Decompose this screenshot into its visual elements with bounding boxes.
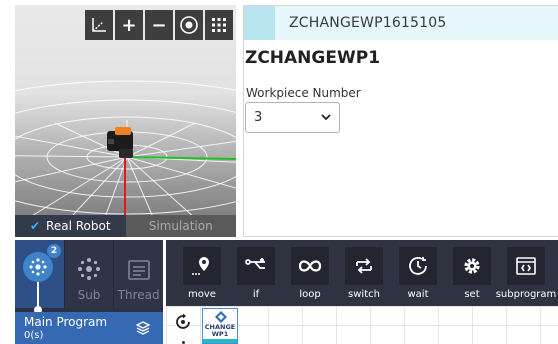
set-command[interactable]: set	[453, 240, 491, 306]
command-toolbar: move if loop switch wait set subprogram	[166, 240, 558, 306]
simulation-tab[interactable]: Simulation	[125, 215, 236, 237]
sub-program-icon	[78, 258, 100, 280]
workpiece-number-select[interactable]: 3	[245, 102, 340, 133]
timeline-block-label: CHANGE WP1	[203, 324, 237, 338]
thread-label: Thread	[117, 288, 160, 302]
robot-mode-tabs: ✔ Real Robot Simulation	[15, 215, 236, 237]
set-label: set	[464, 289, 480, 300]
program-type-tabs: 2 Sub Thread	[15, 240, 164, 314]
main-program-icon	[23, 252, 53, 282]
if-icon	[237, 247, 275, 285]
check-icon: ✔	[29, 219, 41, 233]
main-program-item[interactable]: Main Program 0(s)	[15, 312, 163, 344]
main-program-duration: 0(s)	[24, 330, 44, 341]
timeline-block-color-bar	[203, 339, 237, 343]
wait-icon	[399, 247, 437, 285]
wait-command[interactable]: wait	[399, 240, 437, 306]
timeline-command-block[interactable]: CHANGE WP1	[202, 308, 238, 344]
real-robot-label: Real Robot	[46, 219, 111, 233]
subprogram-label: subprogram	[495, 289, 557, 300]
program-panel: 2 Sub Thread Main Program 0(s)	[15, 240, 164, 344]
chevron-down-icon	[321, 111, 331, 124]
workpiece-number-label: Workpiece Number	[246, 86, 361, 100]
command-properties-panel: ZCHANGEWP1615105 ZCHANGEWP1 Workpiece Nu…	[243, 5, 558, 237]
workpiece-number-value: 3	[254, 110, 263, 125]
loop-label: loop	[299, 289, 321, 300]
program-timeline[interactable]: CHANGE WP1	[166, 306, 558, 344]
simulation-label: Simulation	[148, 219, 213, 233]
grid-icon[interactable]	[205, 10, 233, 40]
timeline-block-label-line2: WP1	[211, 330, 229, 338]
command-diamond-icon	[215, 311, 227, 323]
program-count-badge: 2	[47, 244, 61, 258]
viewport-toolbar: + −	[85, 10, 233, 40]
loop-icon	[291, 247, 329, 285]
if-label: if	[252, 289, 260, 300]
command-instance-name[interactable]: ZCHANGEWP1615105	[289, 15, 446, 31]
command-color-swatch	[244, 6, 275, 40]
main-program-name: Main Program	[24, 315, 108, 329]
reset-icon[interactable]	[174, 313, 192, 331]
layers-icon[interactable]	[135, 320, 151, 336]
move-icon	[183, 247, 221, 285]
robot-tool-model	[107, 127, 133, 158]
sub-program-tab[interactable]: Sub	[63, 240, 114, 308]
real-robot-tab[interactable]: ✔ Real Robot	[15, 215, 126, 237]
if-command[interactable]: if	[237, 240, 275, 306]
thread-icon	[127, 260, 150, 280]
sub-label: Sub	[77, 288, 101, 302]
wait-label: wait	[407, 289, 429, 300]
robot-3d-viewport[interactable]: + − ✔ Real Robot Simulation	[15, 5, 236, 237]
zoom-out-icon[interactable]: −	[145, 10, 173, 40]
switch-command[interactable]: switch	[345, 240, 383, 306]
thread-program-tab[interactable]: Thread	[113, 240, 164, 308]
command-title: ZCHANGEWP1	[245, 48, 381, 68]
move-label: move	[188, 289, 216, 300]
zoom-in-icon[interactable]: +	[115, 10, 143, 40]
properties-header: ZCHANGEWP1615105	[244, 6, 558, 40]
subprogram-icon	[507, 247, 545, 285]
subprogram-command[interactable]: subprogram	[496, 240, 556, 306]
main-program-tab[interactable]: 2	[15, 240, 64, 314]
set-icon	[453, 247, 491, 285]
move-command[interactable]: move	[183, 240, 221, 306]
switch-label: switch	[348, 289, 380, 300]
y-axis-line	[126, 156, 236, 160]
loop-command[interactable]: loop	[291, 240, 329, 306]
switch-icon	[345, 247, 383, 285]
axis-icon[interactable]	[85, 10, 113, 40]
eye-icon[interactable]	[175, 10, 203, 40]
